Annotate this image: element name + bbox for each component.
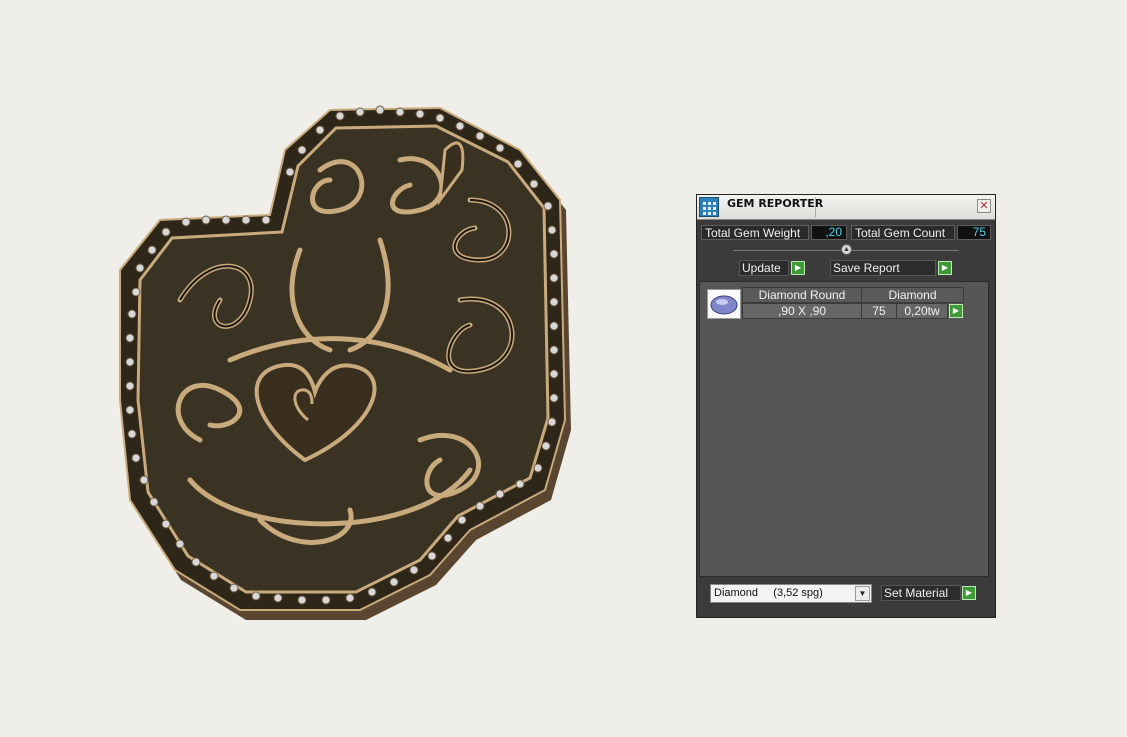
total-gem-count-label: Total Gem Count	[851, 225, 955, 240]
material-select-value: Diamond (3,52 spg)	[714, 587, 823, 599]
diamond-gem-icon	[707, 289, 741, 319]
gem-material-cell: Diamond	[861, 287, 964, 303]
update-go-icon[interactable]: ▶	[791, 261, 805, 275]
save-report-button-label: Save Report	[833, 261, 900, 275]
gem-count-cell: 75	[861, 303, 897, 319]
update-button-label: Update	[742, 261, 781, 275]
save-report-button[interactable]: Save Report	[830, 260, 936, 276]
update-button[interactable]: Update	[739, 260, 789, 276]
splitter-handle-icon[interactable]: ▲	[841, 244, 852, 255]
set-material-button[interactable]: Set Material	[881, 585, 961, 601]
gem-size-cell: ,90 X ,90	[742, 303, 862, 319]
gem-shape-cell: Diamond Round	[742, 287, 862, 303]
save-report-go-icon[interactable]: ▶	[938, 261, 952, 275]
gem-weight-cell: 0,20tw	[896, 303, 948, 319]
chevron-down-icon[interactable]: ▼	[855, 586, 870, 601]
grid-app-icon	[699, 197, 719, 217]
set-material-button-label: Set Material	[884, 586, 949, 600]
total-gem-count-value: 75	[957, 225, 991, 240]
panel-titlebar[interactable]: GEM REPORTER ✕	[697, 195, 995, 220]
gem-reporter-panel: GEM REPORTER ✕ Total Gem Weight ,20 Tota…	[696, 194, 996, 618]
material-select[interactable]: Diamond (3,52 spg) ▼	[710, 584, 872, 603]
close-icon[interactable]: ✕	[977, 199, 991, 213]
panel-title: GEM REPORTER	[727, 197, 824, 210]
total-gem-weight-value: ,20	[811, 225, 847, 240]
gem-row-go-icon[interactable]: ▶	[949, 304, 963, 318]
title-divider	[815, 197, 816, 217]
set-material-go-icon[interactable]: ▶	[962, 586, 976, 600]
gem-list[interactable]: Diamond Round Diamond ,90 X ,90 75 0,20t…	[699, 281, 989, 577]
total-gem-weight-label: Total Gem Weight	[701, 225, 809, 240]
